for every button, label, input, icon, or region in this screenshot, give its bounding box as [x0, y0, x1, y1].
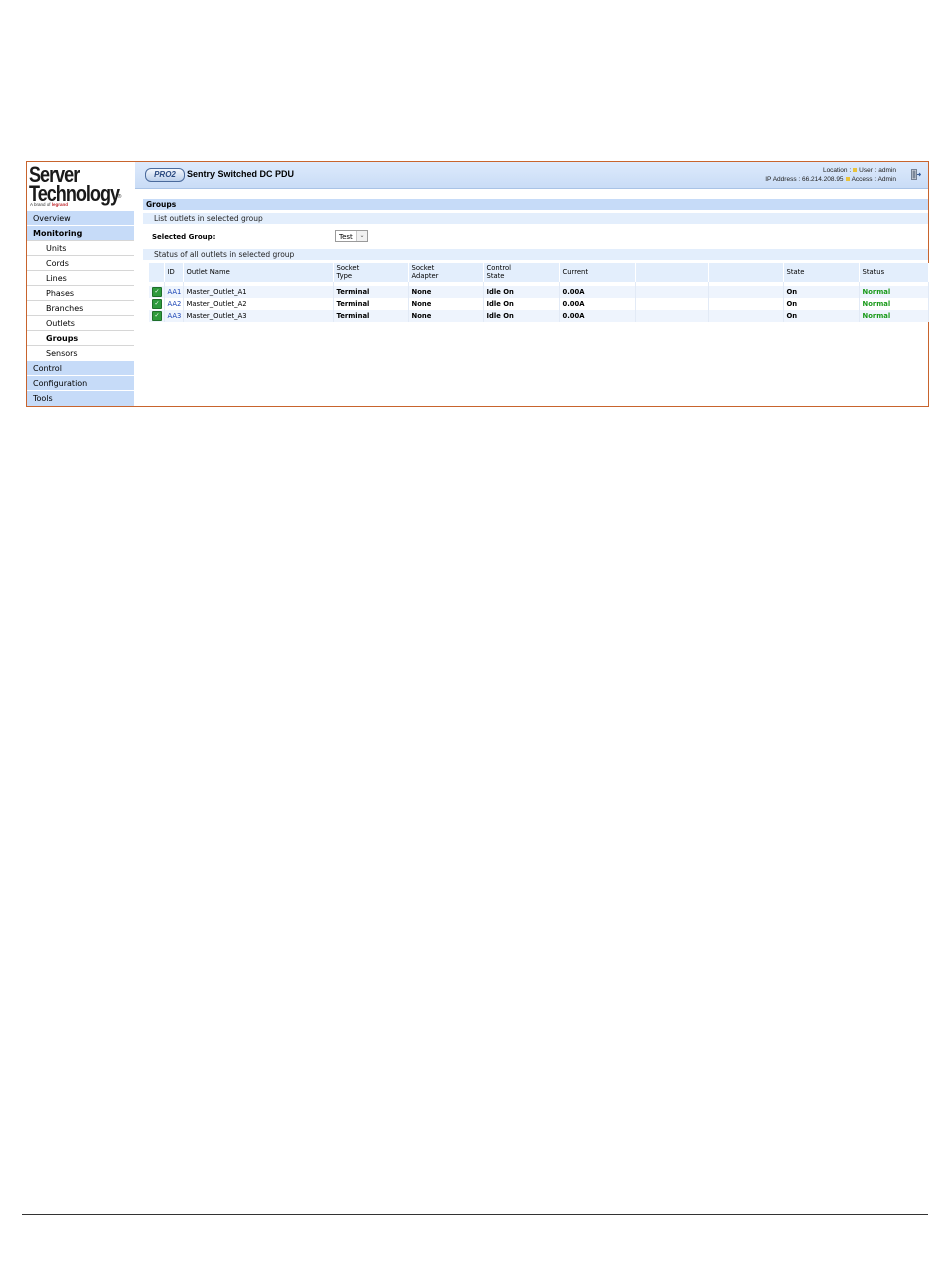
socket-type: Terminal — [333, 310, 409, 322]
checkbox-icon[interactable]: ✓ — [152, 299, 162, 309]
outlet-state: On — [783, 286, 860, 298]
column-header — [149, 263, 165, 282]
empty-cell — [708, 286, 784, 298]
checkbox-icon[interactable]: ✓ — [152, 311, 162, 321]
location-label: Location : — [822, 167, 852, 174]
outlet-state: On — [783, 310, 860, 322]
outlet-name: Master_Outlet_A1 — [183, 286, 334, 298]
empty-cell — [708, 298, 784, 310]
access-label: Access : Admin — [851, 176, 896, 183]
column-header: Status — [859, 263, 929, 282]
sidebar-item-sensors[interactable]: Sensors — [27, 345, 134, 360]
column-header: Control State — [483, 263, 560, 282]
outlet-id-link[interactable]: AA1 — [164, 286, 184, 298]
separator-dot-icon — [845, 177, 850, 182]
control-state: Idle On — [483, 310, 560, 322]
product-title: Sentry Switched DC PDU — [187, 169, 295, 179]
sidebar-item-monitoring[interactable]: Monitoring — [27, 225, 134, 240]
ip-address-label: IP Address : 66.214.208.95 — [765, 176, 844, 183]
column-header: Socket Adapter — [408, 263, 484, 282]
control-state: Idle On — [483, 298, 560, 310]
logo-registered-mark: ® — [117, 194, 122, 200]
sidebar-nav: Overview Monitoring Units Cords Lines Phases B… — [27, 210, 134, 405]
logout-icon[interactable] — [911, 169, 921, 180]
current-value: 0.00A — [559, 286, 636, 298]
table-row: ✓ AA2 Master_Outlet_A2 Terminal None Idle On 0… — [149, 298, 929, 310]
sidebar-item-lines[interactable]: Lines — [27, 270, 134, 285]
table-row: ✓ AA3 Master_Outlet_A3 Terminal None Idle On 0… — [149, 310, 929, 322]
sidebar-item-configuration[interactable]: Configuration — [27, 375, 134, 390]
outlet-status-table: ID Outlet Name Socket Type Socket Adapter Co… — [149, 263, 929, 322]
logo-tagline: A brand of legrand — [30, 202, 68, 207]
empty-cell — [708, 310, 784, 322]
selected-group-select[interactable]: Test ⌄ — [335, 230, 368, 242]
pro2-badge: PRO2 — [145, 168, 185, 182]
logo-tag-prefix: A brand of — [30, 202, 51, 207]
sidebar-item-control[interactable]: Control — [27, 360, 134, 375]
section-title: Groups — [143, 199, 928, 210]
column-header: State — [783, 263, 860, 282]
column-header: Current — [559, 263, 636, 282]
session-info: Location : User : admin IP Address : 66.2… — [765, 166, 896, 184]
socket-adapter: None — [408, 310, 484, 322]
checkbox-icon[interactable]: ✓ — [152, 287, 162, 297]
select-cell[interactable]: ✓ — [149, 310, 165, 322]
sidebar-item-outlets[interactable]: Outlets — [27, 315, 134, 330]
column-header: ID — [164, 263, 184, 282]
sidebar-item-branches[interactable]: Branches — [27, 300, 134, 315]
sidebar: Server Technology ® A brand of legrand O… — [27, 162, 134, 406]
server-technology-logo: Server Technology ® A brand of legrand — [27, 162, 134, 210]
sidebar-item-overview[interactable]: Overview — [27, 210, 134, 225]
separator-dot-icon — [853, 168, 858, 173]
page-footer-rule — [22, 1214, 928, 1215]
control-state: Idle On — [483, 286, 560, 298]
empty-cell — [635, 286, 709, 298]
outlet-id-link[interactable]: AA2 — [164, 298, 184, 310]
table-row: ✓ AA1 Master_Outlet_A1 Terminal None Idle On 0… — [149, 286, 929, 298]
user-label: User : admin — [859, 167, 896, 174]
outlet-name: Master_Outlet_A3 — [183, 310, 334, 322]
current-value: 0.00A — [559, 310, 636, 322]
outlet-name: Master_Outlet_A2 — [183, 298, 334, 310]
table-header-row: ID Outlet Name Socket Type Socket Adapter Co… — [149, 263, 929, 282]
column-header: Socket Type — [333, 263, 409, 282]
column-header — [635, 263, 709, 282]
logo-tag-brand: legrand — [51, 202, 69, 207]
socket-adapter: None — [408, 298, 484, 310]
app-frame: Server Technology ® A brand of legrand O… — [26, 161, 929, 407]
selected-group-label: Selected Group: — [152, 233, 216, 241]
main-content: PRO2 Sentry Switched DC PDU Location : Us… — [135, 162, 929, 406]
column-header — [708, 263, 784, 282]
status-badge: Normal — [859, 310, 929, 322]
sidebar-item-tools[interactable]: Tools — [27, 390, 134, 405]
column-header: Outlet Name — [183, 263, 334, 282]
status-badge: Normal — [859, 286, 929, 298]
sidebar-item-groups[interactable]: Groups — [27, 330, 134, 345]
status-badge: Normal — [859, 298, 929, 310]
top-header: PRO2 Sentry Switched DC PDU Location : Us… — [135, 162, 928, 189]
select-cell[interactable]: ✓ — [149, 298, 165, 310]
status-heading: Status of all outlets in selected group — [143, 249, 928, 260]
socket-adapter: None — [408, 286, 484, 298]
selected-group-value: Test — [339, 233, 353, 241]
empty-cell — [635, 310, 709, 322]
outlet-state: On — [783, 298, 860, 310]
socket-type: Terminal — [333, 286, 409, 298]
select-cell[interactable]: ✓ — [149, 286, 165, 298]
current-value: 0.00A — [559, 298, 636, 310]
chevron-down-icon[interactable]: ⌄ — [356, 231, 367, 241]
socket-type: Terminal — [333, 298, 409, 310]
sidebar-item-units[interactable]: Units — [27, 240, 134, 255]
sidebar-item-cords[interactable]: Cords — [27, 255, 134, 270]
outlet-id-link[interactable]: AA3 — [164, 310, 184, 322]
empty-cell — [635, 298, 709, 310]
list-outlets-heading: List outlets in selected group — [143, 213, 928, 224]
sidebar-item-phases[interactable]: Phases — [27, 285, 134, 300]
